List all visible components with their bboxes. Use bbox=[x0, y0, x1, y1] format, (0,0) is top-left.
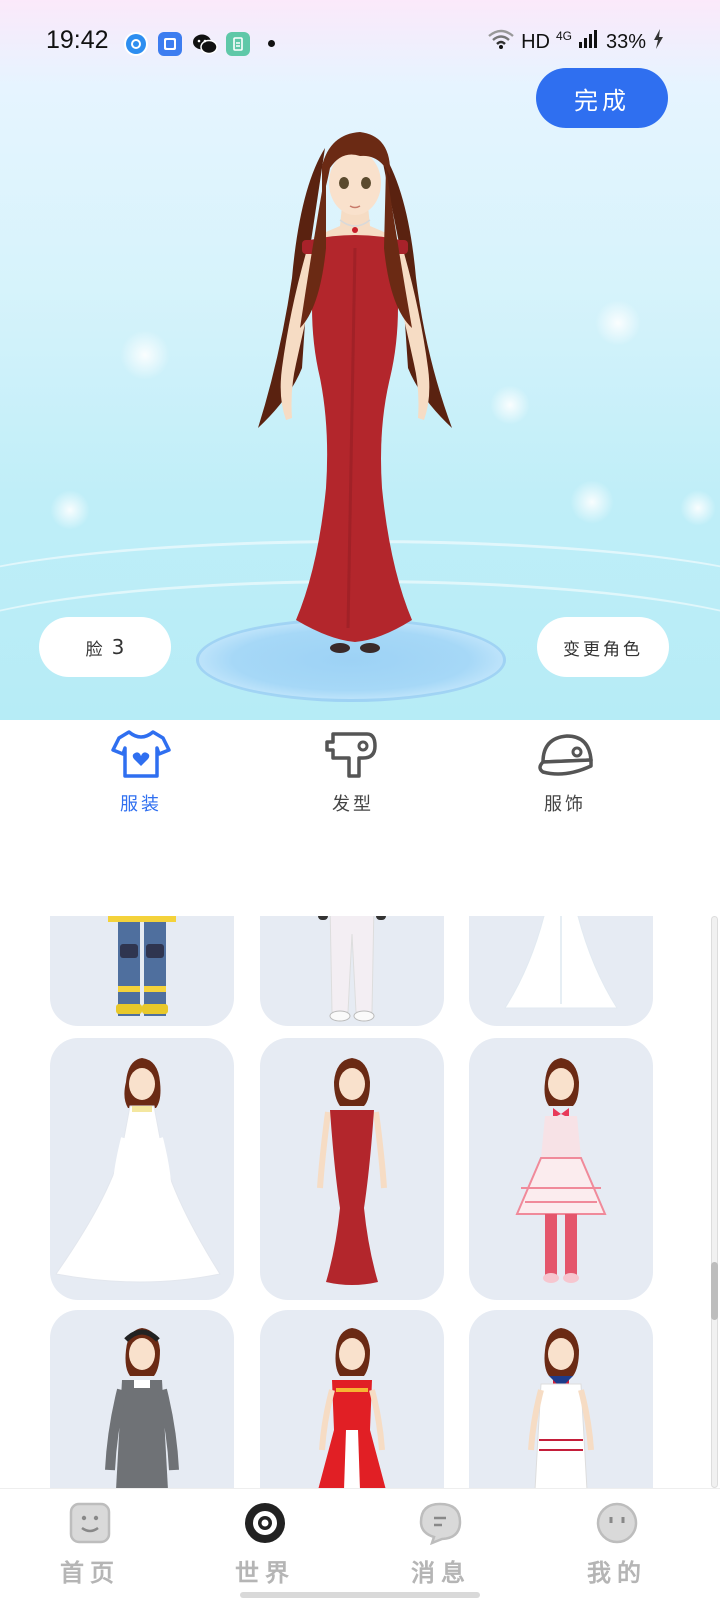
signal-icon bbox=[578, 28, 600, 56]
bottom-navigation: 首页 世界 消息 我的 bbox=[0, 1488, 720, 1600]
outfit-tile-nun-dress[interactable] bbox=[50, 1310, 234, 1488]
category-tabs: 服装 发型 服饰 bbox=[0, 720, 720, 830]
face-selector-button[interactable]: 脸 3 bbox=[39, 617, 171, 677]
outfit-tile-wedding-dress[interactable] bbox=[50, 1038, 234, 1300]
bokeh-light bbox=[120, 330, 170, 380]
cellular-label: 4G bbox=[555, 29, 572, 43]
target-circle-icon bbox=[243, 1501, 287, 1549]
charging-bolt-icon bbox=[652, 28, 664, 56]
change-role-button[interactable]: 变更角色 bbox=[537, 617, 669, 677]
outfit-tile-red-idol-dress[interactable] bbox=[260, 1310, 444, 1488]
notification-dot bbox=[268, 40, 275, 47]
status-time: 19:42 bbox=[46, 26, 109, 54]
avatar-character[interactable] bbox=[230, 128, 480, 668]
bokeh-light bbox=[595, 300, 641, 346]
smiley-icon bbox=[595, 1501, 639, 1549]
outfit-tile-red-evening-dress[interactable] bbox=[260, 1038, 444, 1300]
wifi-icon bbox=[487, 28, 515, 56]
nav-label: 首页 bbox=[60, 1559, 120, 1587]
outfit-tile-firefighter[interactable] bbox=[50, 916, 234, 1026]
tab-accessories[interactable]: 服饰 bbox=[510, 728, 620, 816]
battery-label: 33% bbox=[605, 30, 646, 53]
app-square-icon bbox=[158, 32, 182, 56]
outfit-scrollbar[interactable] bbox=[711, 916, 718, 1488]
nav-profile[interactable]: 我的 bbox=[562, 1501, 672, 1588]
tab-label: 发型 bbox=[332, 794, 374, 815]
face-square-icon bbox=[68, 1501, 112, 1549]
tab-label: 服饰 bbox=[544, 794, 586, 815]
nav-label: 我的 bbox=[587, 1559, 647, 1587]
tab-clothing[interactable]: 服装 bbox=[86, 728, 196, 816]
hair-dryer-icon bbox=[323, 728, 383, 784]
outfit-tile-white-pants[interactable] bbox=[260, 916, 444, 1026]
cap-icon bbox=[535, 728, 595, 784]
outfit-grid bbox=[0, 916, 720, 1488]
app-box-icon bbox=[226, 32, 250, 56]
bokeh-light bbox=[490, 385, 530, 425]
network-label: HD bbox=[521, 30, 550, 53]
app-circle-icon bbox=[124, 32, 148, 56]
outfit-scrollbar-thumb[interactable] bbox=[711, 1262, 718, 1320]
wechat-icon bbox=[192, 32, 218, 56]
bokeh-light bbox=[50, 490, 90, 530]
bokeh-light bbox=[570, 480, 614, 524]
outfit-tile-white-gown[interactable] bbox=[469, 916, 653, 1026]
nav-label: 世界 bbox=[235, 1559, 295, 1587]
home-indicator[interactable] bbox=[240, 1592, 480, 1598]
nav-home[interactable]: 首页 bbox=[35, 1501, 145, 1588]
nav-world[interactable]: 世界 bbox=[210, 1501, 320, 1588]
outfit-tile-sailor-uniform[interactable] bbox=[469, 1310, 653, 1488]
face-number: 3 bbox=[111, 635, 125, 659]
chat-bubble-icon bbox=[418, 1501, 464, 1549]
done-button[interactable]: 完成 bbox=[536, 68, 668, 128]
avatar-preview[interactable]: 19:42 HD 4G 33% 完成 脸 3 变更角色 bbox=[0, 0, 720, 720]
app-root: 19:42 HD 4G 33% 完成 脸 3 变更角色 服装 发型 服饰 首页 … bbox=[0, 0, 720, 1600]
bokeh-light bbox=[680, 490, 716, 526]
status-indicators: HD 4G 33% bbox=[487, 28, 664, 56]
tab-hairstyle[interactable]: 发型 bbox=[298, 728, 408, 816]
tab-label: 服装 bbox=[120, 794, 162, 815]
nav-label: 消息 bbox=[411, 1559, 471, 1587]
nav-messages[interactable]: 消息 bbox=[386, 1501, 496, 1588]
outfit-tile-pink-lolita[interactable] bbox=[469, 1038, 653, 1300]
tshirt-heart-icon bbox=[111, 728, 171, 784]
face-label: 脸 bbox=[85, 639, 106, 660]
